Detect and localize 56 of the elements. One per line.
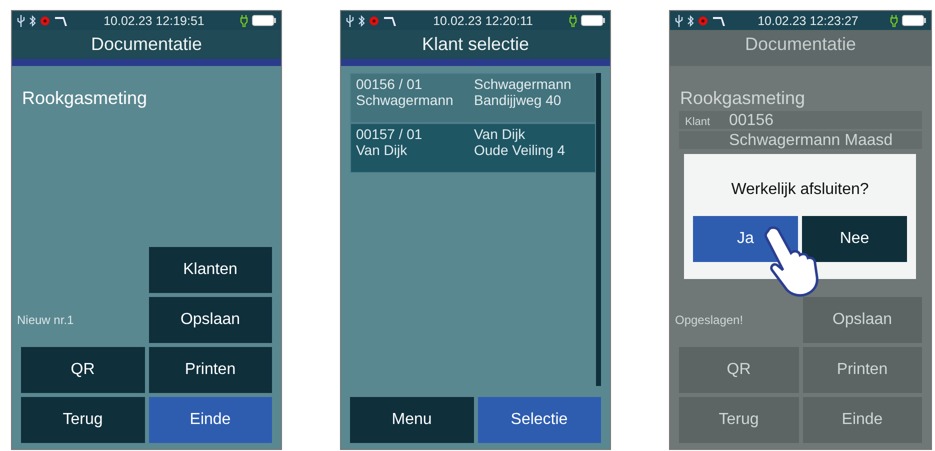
menu-button[interactable]: Menu	[350, 397, 474, 443]
menu-button[interactable]: Opslaan	[148, 297, 272, 343]
plug-icon	[890, 14, 898, 26]
measurement-heading: Rookgasmeting	[22, 88, 148, 109]
customer-name: Schwagermann	[356, 92, 454, 108]
probe-icon	[383, 14, 397, 26]
menu-button[interactable]: Terug	[21, 397, 144, 443]
screen-title: Documentatie	[670, 30, 931, 59]
battery-icon	[902, 15, 926, 26]
customer-list-item[interactable]: 00156 / 01 Schwagermann Schwagermann Bandijjweg 40	[350, 73, 596, 123]
field-label: Klant	[685, 116, 712, 128]
usb-icon	[17, 14, 25, 26]
menu-button[interactable]: QR	[21, 347, 144, 393]
customer-name: Van Dijk	[356, 142, 408, 158]
record-icon	[369, 16, 379, 26]
bluetooth-icon	[29, 14, 36, 26]
status-note: Opgeslagen!	[675, 313, 744, 327]
menu-button[interactable]: Printen	[148, 347, 272, 393]
customer-address: Oude Veiling 4	[474, 142, 566, 158]
screen-title: Documentatie	[12, 30, 281, 59]
plug-icon	[569, 14, 577, 26]
menu-button[interactable]: Einde	[148, 397, 272, 443]
menu-button[interactable]: Klanten	[148, 247, 272, 293]
dialog-button[interactable]: Nee	[802, 216, 907, 262]
battery-icon	[581, 15, 605, 26]
customer-contact: Schwagermann	[474, 76, 572, 92]
customer-number: 00156 / 01	[356, 76, 424, 92]
dialog-question: Werkelijk afsluiten?	[731, 181, 869, 199]
menu-button[interactable]: Printen	[802, 347, 922, 393]
record-icon	[40, 16, 50, 26]
menu-button[interactable]: Opslaan	[802, 297, 922, 343]
status-note: Nieuw nr.1	[17, 313, 75, 327]
field-value: 00156	[729, 112, 774, 130]
customer-address: Bandijjweg 40	[474, 92, 562, 108]
clock-time: 10.02.23 12:20:11	[432, 14, 534, 28]
menu-button[interactable]: Selectie	[478, 397, 601, 443]
battery-icon	[252, 15, 276, 26]
customer-list-item[interactable]: 00157 / 01 Van Dijk Van Dijk Oude Veiling 4	[350, 123, 596, 173]
customer-contact: Van Dijk	[474, 126, 526, 142]
clock-time: 10.02.23 12:19:51	[102, 14, 206, 28]
field-value: Schwagermann Maasd	[729, 132, 893, 150]
measurement-heading: Rookgasmeting	[680, 88, 806, 109]
plug-icon	[240, 14, 248, 26]
menu-button[interactable]: QR	[679, 347, 798, 393]
probe-icon	[54, 14, 68, 26]
probe-icon	[712, 14, 726, 26]
usb-icon	[346, 14, 354, 26]
menu-button[interactable]: Terug	[679, 397, 798, 443]
menu-button[interactable]: Einde	[802, 397, 922, 443]
bluetooth-icon	[687, 14, 694, 26]
clock-time: 10.02.23 12:23:27	[756, 14, 860, 28]
customer-number: 00157 / 01	[356, 126, 424, 142]
record-icon	[698, 16, 708, 26]
bluetooth-icon	[358, 14, 365, 26]
screen-title: Klant selectie	[341, 30, 610, 59]
usb-icon	[675, 14, 683, 26]
